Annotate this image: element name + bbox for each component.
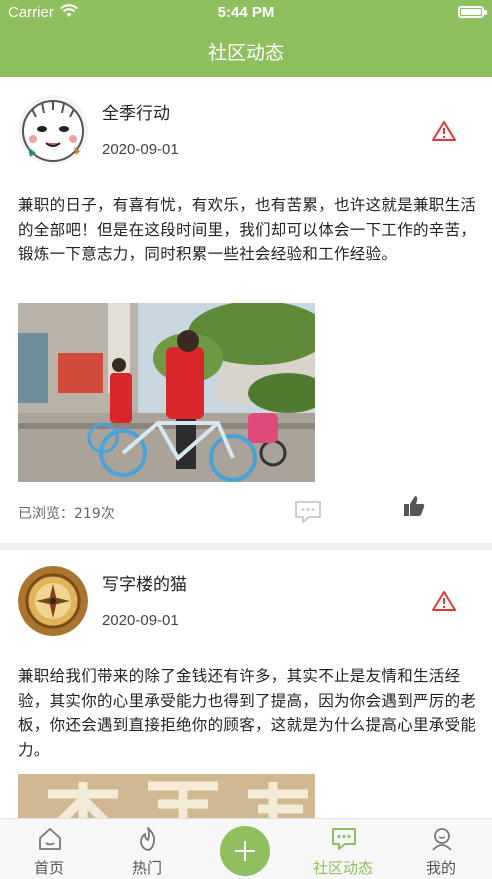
volunteer-bike-photo — [18, 303, 315, 482]
post-username[interactable]: 写字楼的猫 — [102, 570, 187, 595]
comment-icon[interactable] — [294, 500, 322, 524]
thumbs-up-icon[interactable] — [402, 494, 426, 518]
tab-home-label: 首页 — [33, 859, 64, 877]
view-count: 已浏览：219次 — [18, 506, 115, 522]
tab-hot-label: 热门 — [131, 859, 162, 877]
user-avatar[interactable] — [18, 95, 88, 165]
post-date: 2020-09-01 — [102, 141, 179, 158]
add-post-button[interactable] — [220, 826, 270, 876]
post-divider — [0, 543, 492, 550]
report-warning-icon[interactable] — [432, 590, 456, 612]
home-icon — [39, 828, 61, 850]
user-avatar[interactable] — [18, 566, 88, 636]
post-username[interactable]: 全季行动 — [102, 99, 170, 124]
tab-hot[interactable]: 热门 — [98, 819, 196, 879]
battery-icon — [458, 6, 487, 18]
status-bar: Carrier 5:44 PM — [0, 0, 492, 26]
post-content: 兼职给我们带来的除了金钱还有许多，其实不止是友情和生活经验，其实你的心里承受能力… — [18, 667, 477, 759]
compass-icon — [18, 566, 88, 636]
tab-community-label: 社区动态 — [312, 859, 373, 877]
college-student-banner-photo — [18, 774, 315, 818]
tab-community[interactable]: 社区动态 — [294, 819, 392, 879]
post-content: 兼职的日子，有喜有忧，有欢乐，也有苦累，也许这就是兼职生活的全部吧！但是在这段时… — [18, 196, 477, 263]
cartoon-face-icon — [22, 100, 84, 162]
tab-home[interactable]: 首页 — [0, 819, 98, 879]
tab-mine[interactable]: 我的 — [392, 819, 490, 879]
post-card[interactable]: 全季行动 2020-09-01 兼职的日子，有喜有忧，有欢乐，也有苦累，也许这就… — [0, 77, 492, 543]
user-icon — [432, 828, 452, 851]
post-date: 2020-09-01 — [102, 612, 179, 629]
post-card[interactable]: 写字楼的猫 2020-09-01 兼职给我们带来的除了金钱还有许多，其实不止是友… — [0, 550, 492, 818]
post-photo[interactable] — [18, 774, 315, 818]
report-warning-icon[interactable] — [432, 120, 456, 142]
page-title: 社区动态 — [207, 42, 284, 64]
tab-mine-label: 我的 — [425, 859, 456, 877]
clock: 5:44 PM — [217, 4, 275, 21]
chat-icon — [332, 828, 356, 850]
flame-icon — [140, 827, 156, 851]
post-photo[interactable] — [18, 303, 315, 482]
app-header: Carrier 5:44 PM 社区动态 — [0, 0, 492, 77]
